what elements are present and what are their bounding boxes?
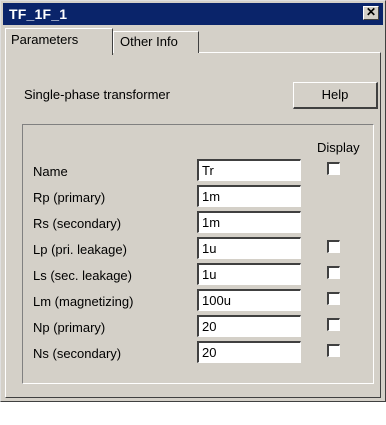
param-label: Ns (secondary) xyxy=(33,346,122,361)
param-row-rp: Rp (primary) xyxy=(23,185,373,211)
dialog-window: TF_1F_1 ✕ Parameters Other Info Single-p… xyxy=(0,0,386,402)
param-label: Np (primary) xyxy=(33,320,106,335)
np-input[interactable] xyxy=(197,315,301,337)
param-label: Name xyxy=(33,164,68,179)
component-description: Single-phase transformer xyxy=(24,87,170,102)
display-column-header: Display xyxy=(317,140,360,155)
close-button[interactable]: ✕ xyxy=(363,6,379,20)
param-label: Ls (sec. leakage) xyxy=(33,268,132,283)
window-title: TF_1F_1 xyxy=(9,6,68,22)
ns-input[interactable] xyxy=(197,341,301,363)
close-icon: ✕ xyxy=(365,5,377,19)
param-row-ns: Ns (secondary) xyxy=(23,341,373,367)
rp-input[interactable] xyxy=(197,185,301,207)
display-checkbox-lm[interactable] xyxy=(327,292,340,305)
ls-input[interactable] xyxy=(197,263,301,285)
display-checkbox-ls[interactable] xyxy=(327,266,340,279)
tab-parameters[interactable]: Parameters xyxy=(5,28,113,55)
rs-input[interactable] xyxy=(197,211,301,233)
parameters-group: Display Name Rp (primary) Rs (secondary)… xyxy=(22,124,374,384)
display-checkbox-np[interactable] xyxy=(327,318,340,331)
display-checkbox-ns[interactable] xyxy=(327,344,340,357)
param-row-ls: Ls (sec. leakage) xyxy=(23,263,373,289)
param-row-name: Name xyxy=(23,159,373,185)
display-checkbox-name[interactable] xyxy=(327,162,340,175)
param-row-np: Np (primary) xyxy=(23,315,373,341)
parameters-panel: Single-phase transformer Help Display Na… xyxy=(5,52,381,398)
display-checkbox-lp[interactable] xyxy=(327,240,340,253)
param-row-rs: Rs (secondary) xyxy=(23,211,373,237)
param-label: Lm (magnetizing) xyxy=(33,294,134,309)
help-button[interactable]: Help xyxy=(293,82,378,109)
tab-other-info[interactable]: Other Info xyxy=(113,31,199,53)
param-label: Rs (secondary) xyxy=(33,216,122,231)
title-bar[interactable]: TF_1F_1 ✕ xyxy=(3,3,383,25)
lp-input[interactable] xyxy=(197,237,301,259)
param-label: Rp (primary) xyxy=(33,190,106,205)
name-input[interactable] xyxy=(197,159,301,181)
lm-input[interactable] xyxy=(197,289,301,311)
param-row-lp: Lp (pri. leakage) xyxy=(23,237,373,263)
param-row-lm: Lm (magnetizing) xyxy=(23,289,373,315)
param-label: Lp (pri. leakage) xyxy=(33,242,127,257)
